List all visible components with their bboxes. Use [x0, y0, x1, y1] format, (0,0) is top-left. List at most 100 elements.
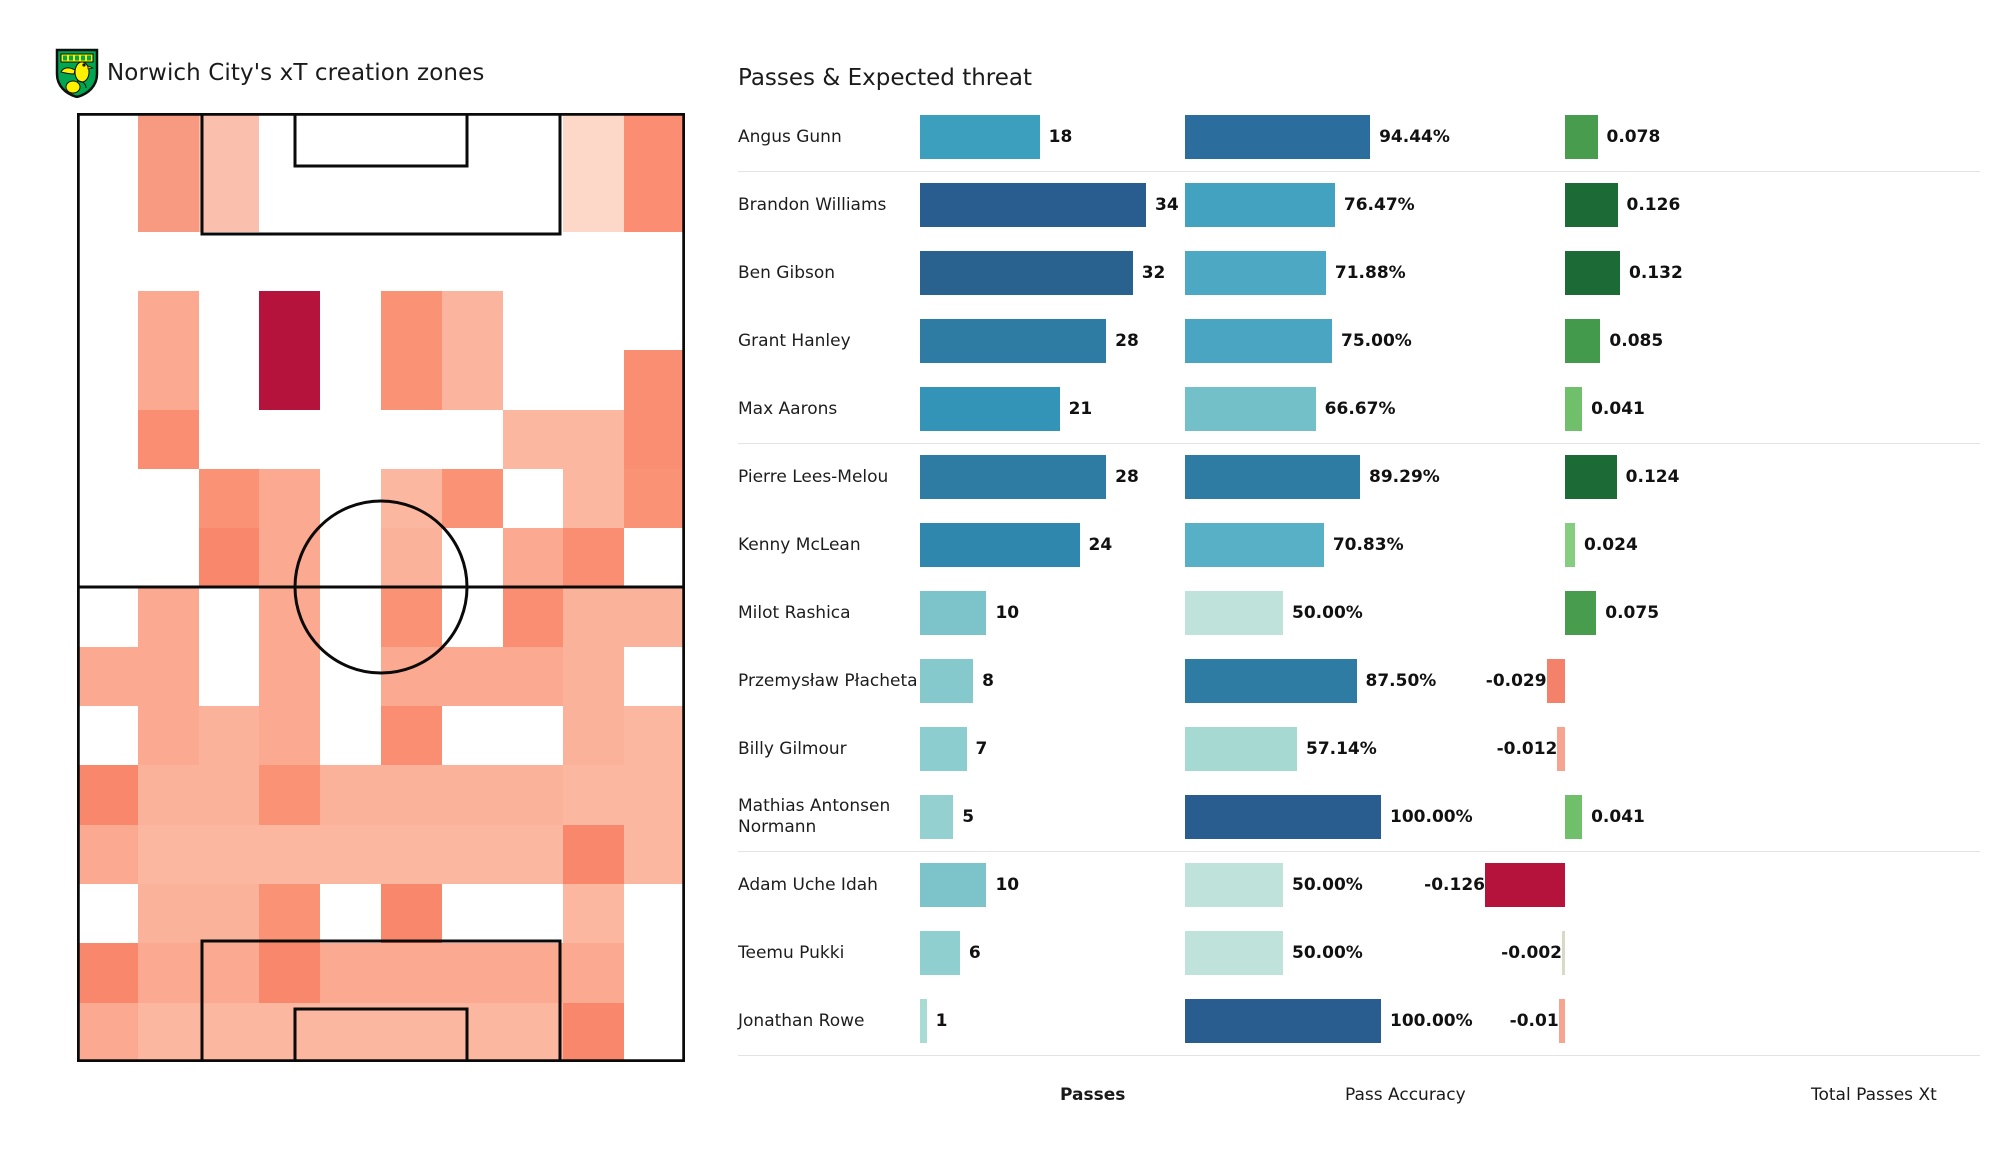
total-passes-xt-value: 0.041: [1591, 399, 1645, 419]
pass-accuracy-bar: [1185, 319, 1332, 363]
heatmap-cell-r11-c9: [624, 765, 685, 825]
player-row[interactable]: Pierre Lees-Melou 28 89.29% 0.124: [720, 443, 2000, 511]
passes-bar: [920, 659, 974, 703]
player-row[interactable]: Przemysław Płacheta 8 87.50% -0.029: [720, 647, 2000, 715]
total-passes-xt-cell: 0.124: [1520, 443, 1820, 511]
heatmap-cell-r13-c7: [502, 884, 564, 944]
total-passes-xt-bar: [1565, 795, 1583, 839]
player-row[interactable]: Milot Rashica 10 50.00% 0.075: [720, 579, 2000, 647]
heatmap-cell-r8-c8: [563, 587, 625, 647]
heatmap-cell-r11-c1: [137, 765, 199, 825]
pitch-container: [77, 113, 685, 1062]
heatmap-cell-r7-c7: [502, 528, 564, 588]
player-rows-list: Angus Gunn 18 94.44% 0.078 Brandon Williams 3…: [720, 103, 2000, 1056]
heatmap-cell-r0-c6: [441, 113, 503, 173]
total-passes-xt-bar: [1565, 387, 1583, 431]
passes-bar: [920, 115, 1040, 159]
total-passes-xt-cell: 0.075: [1520, 579, 1820, 647]
heatmap-cell-r12-c7: [502, 824, 564, 885]
player-name: Jonathan Rowe: [738, 1010, 865, 1031]
heatmap-cell-r3-c6: [441, 290, 503, 351]
pass-accuracy-bar: [1185, 931, 1283, 975]
total-passes-xt-bar: [1558, 999, 1565, 1043]
passes-cell: 10: [920, 851, 1210, 919]
heatmap-cell-r12-c2: [198, 824, 260, 885]
passes-value: 28: [1115, 331, 1139, 351]
heatmap-cell-r15-c2: [198, 1002, 260, 1062]
heatmap-cell-r14-c3: [259, 943, 321, 1003]
player-row[interactable]: Mathias Antonsen Normann 5 100.00% 0.041: [720, 783, 2000, 851]
player-row[interactable]: Jonathan Rowe 1 100.00% -0.01: [720, 987, 2000, 1055]
heatmap-cell-r5-c0: [77, 409, 138, 469]
total-passes-xt-value: 0.085: [1609, 331, 1664, 351]
total-passes-xt-value: 0.124: [1625, 467, 1680, 487]
passes-value: 6: [968, 943, 981, 963]
heatmap-cell-r0-c7: [502, 113, 564, 173]
player-row[interactable]: Teemu Pukki 6 50.00% -0.002: [720, 919, 2000, 987]
pass-accuracy-value: 50.00%: [1292, 875, 1363, 895]
player-row[interactable]: Max Aarons 21 66.67% 0.041: [720, 375, 2000, 443]
heatmap-cell-r4-c2: [198, 350, 260, 410]
pass-accuracy-bar: [1185, 387, 1316, 431]
heatmap-cell-r14-c8: [563, 943, 625, 1003]
passes-value: 18: [1048, 127, 1073, 147]
player-row[interactable]: Ben Gibson 32 71.88% 0.132: [720, 239, 2000, 307]
heatmap-cell-r8-c6: [441, 587, 503, 647]
heatmap-cell-r10-c9: [624, 706, 685, 766]
heatmap-cell-r4-c9: [624, 350, 685, 410]
heatmap-cell-r12-c9: [624, 824, 685, 885]
player-row[interactable]: Brandon Williams 34 76.47% 0.126: [720, 171, 2000, 239]
player-row[interactable]: Kenny McLean 24 70.83% 0.024: [720, 511, 2000, 579]
heatmap-cell-r1-c5: [380, 172, 442, 232]
player-row[interactable]: Angus Gunn 18 94.44% 0.078: [720, 103, 2000, 171]
total-passes-xt-value: 0.041: [1591, 807, 1645, 827]
heatmap-cell-r6-c9: [624, 468, 685, 529]
heatmap-cell-r11-c8: [563, 765, 625, 825]
total-passes-xt-value: 0.126: [1626, 195, 1681, 215]
pass-accuracy-bar: [1185, 591, 1283, 635]
heatmap-cell-r1-c4: [320, 172, 381, 232]
passes-bar: [920, 591, 987, 635]
heatmap-cell-r2-c2: [198, 231, 260, 291]
heatmap-cell-r8-c1: [137, 587, 199, 647]
pass-accuracy-value: 100.00%: [1390, 1011, 1473, 1031]
pass-accuracy-cell: 66.67%: [1185, 375, 1515, 443]
pitch-title-row: Norwich City's xT creation zones: [55, 48, 484, 98]
heatmap-cell-r8-c9: [624, 587, 685, 647]
player-row[interactable]: Billy Gilmour 7 57.14% -0.012: [720, 715, 2000, 783]
heatmap-cell-r13-c8: [563, 884, 625, 944]
pass-accuracy-cell: 87.50%: [1185, 647, 1515, 715]
passes-bar: [920, 251, 1133, 295]
player-name: Kenny McLean: [738, 534, 861, 555]
pass-accuracy-bar: [1185, 115, 1371, 159]
total-passes-xt-bar: [1565, 251, 1620, 295]
rows-bottom-divider: [738, 1055, 1980, 1056]
heatmap-cell-r2-c7: [502, 231, 564, 291]
player-name: Max Aarons: [738, 398, 838, 419]
passes-bar: [920, 931, 960, 975]
heatmap-cell-r15-c4: [320, 1002, 381, 1062]
heatmap-cell-r10-c7: [502, 706, 564, 766]
heatmap-cell-r13-c3: [259, 884, 321, 944]
player-row[interactable]: Grant Hanley 28 75.00% 0.085: [720, 307, 2000, 375]
total-passes-xt-cell: 0.085: [1520, 307, 1820, 375]
total-passes-xt-value: -0.01: [1509, 1011, 1559, 1031]
heatmap-cell-r3-c4: [320, 290, 381, 351]
heatmap-cell-r9-c5: [380, 646, 442, 707]
passes-cell: 1: [920, 987, 1210, 1055]
pass-accuracy-cell: 57.14%: [1185, 715, 1515, 783]
pass-accuracy-cell: 50.00%: [1185, 919, 1515, 987]
player-row[interactable]: Adam Uche Idah 10 50.00% -0.126: [720, 851, 2000, 919]
pass-accuracy-bar: [1185, 455, 1360, 499]
heatmap-cell-r13-c0: [77, 884, 138, 944]
heatmap-cell-r3-c2: [198, 290, 260, 351]
pass-accuracy-value: 50.00%: [1292, 603, 1363, 623]
passes-cell: 8: [920, 647, 1210, 715]
total-passes-xt-cell: -0.126: [1424, 851, 1820, 919]
heatmap-cell-r11-c0: [77, 765, 138, 825]
total-passes-xt-cell: 0.024: [1520, 511, 1820, 579]
axis-label-passes: Passes: [1060, 1085, 1126, 1105]
total-passes-xt-bar: [1565, 591, 1597, 635]
passes-cell: 21: [920, 375, 1210, 443]
heatmap-cell-r8-c7: [502, 587, 564, 647]
